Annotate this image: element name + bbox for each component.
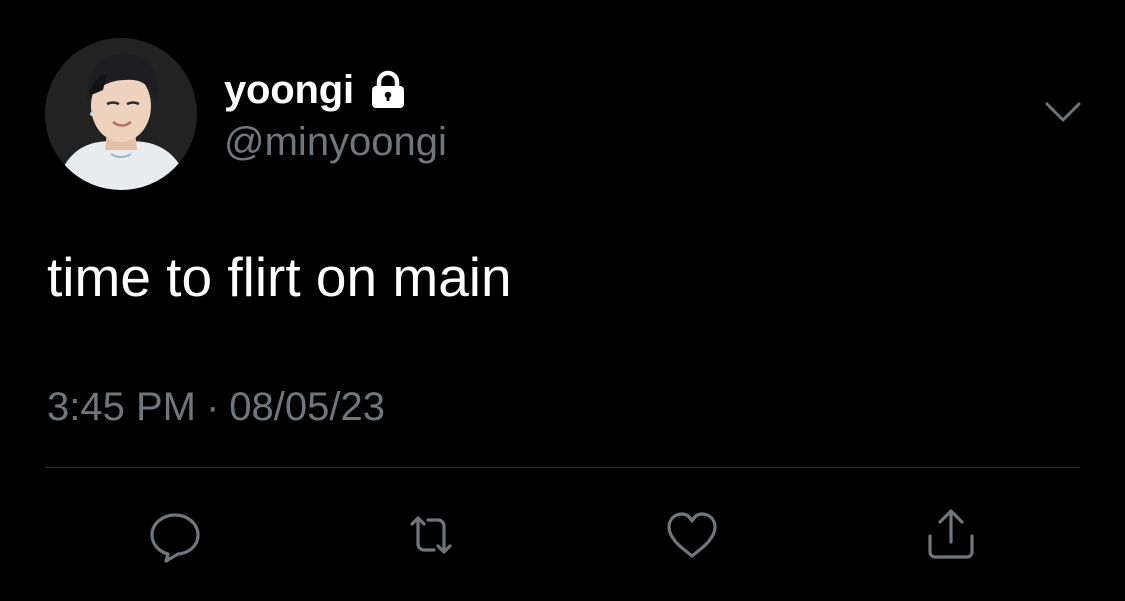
user-handle[interactable]: @minyoongi	[224, 118, 447, 166]
avatar[interactable]	[45, 38, 197, 190]
tweet-timestamp[interactable]: 3:45 PM · 08/05/23	[47, 382, 385, 432]
display-name[interactable]: yoongi	[224, 66, 354, 114]
heart-icon	[667, 512, 717, 558]
tweet-date: 08/05/23	[229, 385, 385, 429]
chevron-down-icon[interactable]	[1042, 96, 1084, 132]
tweet-time: 3:45 PM	[47, 385, 196, 429]
retweet-button[interactable]	[402, 506, 460, 564]
tweet: yoongi @minyoongi time to flirt on main …	[0, 0, 1125, 601]
reply-icon	[150, 513, 200, 563]
divider	[45, 467, 1080, 468]
lock-icon	[368, 70, 408, 110]
share-button[interactable]	[922, 506, 980, 564]
avatar-photo	[45, 38, 197, 190]
like-button[interactable]	[663, 506, 721, 564]
meta-separator: ·	[205, 385, 220, 429]
name-row: yoongi	[224, 66, 408, 114]
tweet-text: time to flirt on main	[47, 246, 512, 308]
share-icon	[928, 509, 974, 559]
reply-button[interactable]	[146, 506, 204, 564]
retweet-icon	[410, 516, 452, 554]
